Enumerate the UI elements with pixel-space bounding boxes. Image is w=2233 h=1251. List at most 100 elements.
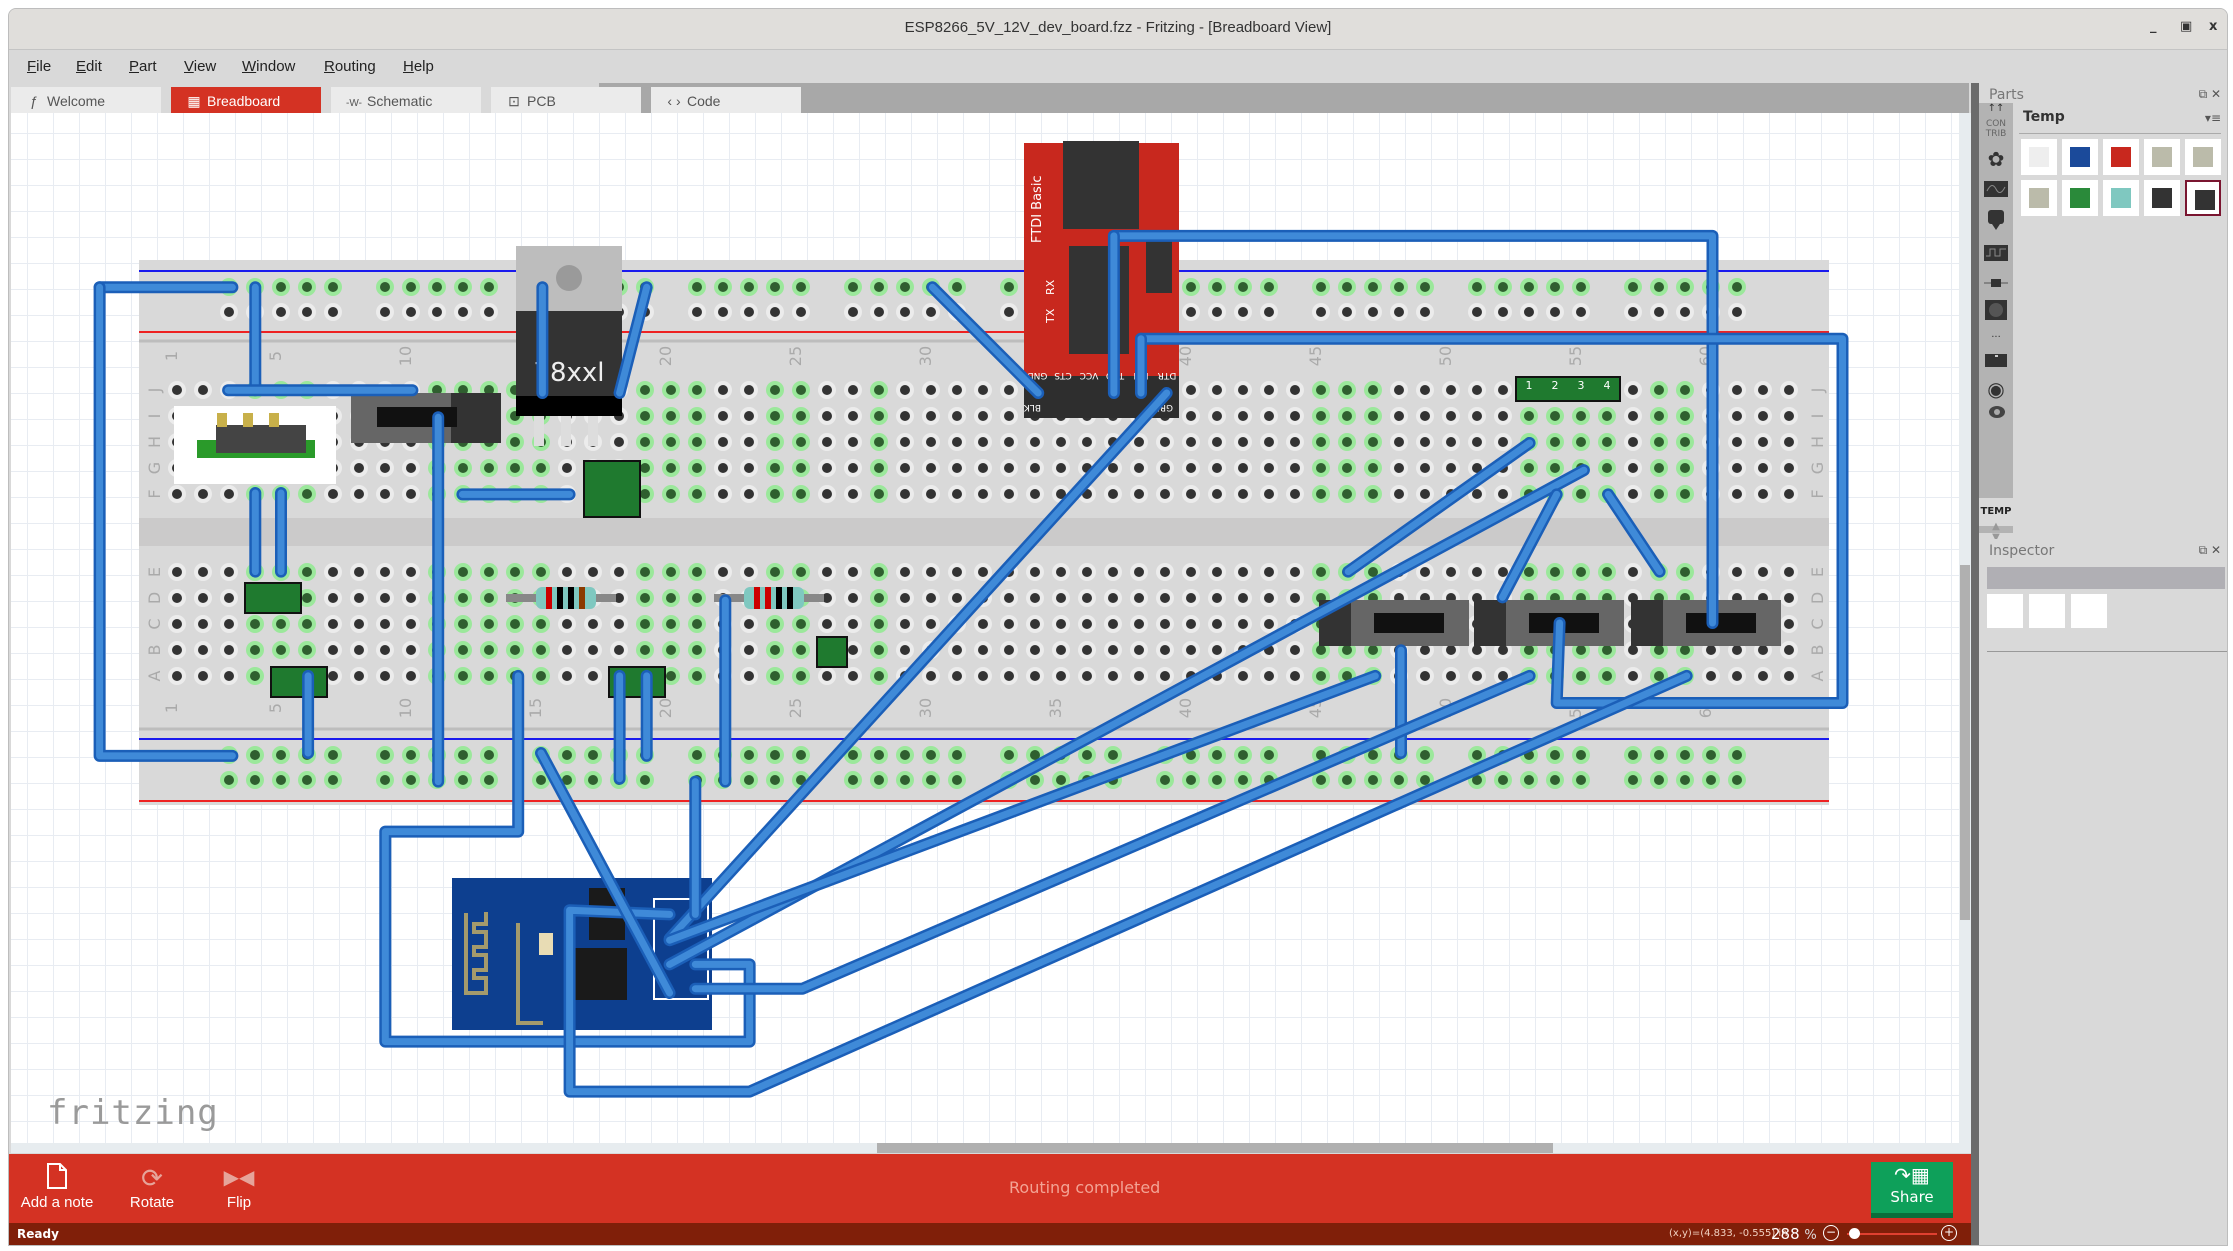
breadboard-hole (1186, 282, 1196, 292)
breadboard-hole (198, 489, 208, 499)
flip-button[interactable]: ▶◀ Flip (209, 1162, 269, 1211)
breadboard-hole (1784, 671, 1794, 681)
zoom-level: 288 % (1771, 1225, 1817, 1243)
breadboard-hole (1628, 645, 1638, 655)
tab-code[interactable]: ‹ › Code (651, 87, 801, 115)
breadboard-canvas[interactable]: JJIIHHGGFFEEDDCCBBAA11551010151520202525… (11, 113, 1959, 1153)
part-bin-item[interactable] (2185, 139, 2221, 175)
breadboard-hole (1550, 567, 1560, 577)
row-label: F (1808, 489, 1827, 498)
breadboard-hole (1680, 645, 1690, 655)
breadboard-hole (1498, 282, 1508, 292)
add-note-button[interactable]: Add a note (17, 1162, 97, 1211)
ic-square-icon[interactable] (1983, 243, 2009, 263)
breadboard-hole (302, 307, 312, 317)
tab-schematic[interactable]: -W- Schematic (331, 87, 481, 115)
ftdi-pin-label: VCC (1080, 370, 1099, 380)
zoom-slider-handle[interactable] (1849, 1228, 1860, 1239)
menu-routing[interactable]: Routing (324, 58, 376, 75)
breadboard-hole (1238, 282, 1248, 292)
breadboard-hole (1004, 619, 1014, 629)
gear-icon[interactable]: ✿ (1983, 147, 2009, 171)
part-bin-item[interactable] (2062, 180, 2098, 216)
breadboard-hole (1602, 411, 1612, 421)
breadboard-hole (406, 489, 416, 499)
part-bin-item[interactable] (2185, 180, 2221, 216)
breadboard-hole (1732, 671, 1742, 681)
breadboard-hole (1212, 645, 1222, 655)
diode-icon[interactable] (1983, 273, 2009, 293)
connector-icon[interactable] (1983, 209, 2009, 230)
add-note-label: Add a note (20, 1194, 94, 1211)
tab-pcb[interactable]: ⊡ PCB (491, 87, 641, 115)
breadboard-hole (692, 385, 702, 395)
panel-float-close-icons[interactable]: ⧉ ✕ (2199, 543, 2221, 558)
breadboard-scene[interactable]: JJIIHHGGFFEEDDCCBBAA11551010151520202525… (11, 113, 1959, 1153)
ic-icon[interactable] (1983, 351, 2009, 371)
breadboard-hole (1706, 775, 1716, 785)
menu-part[interactable]: Part (129, 58, 157, 75)
horizontal-scrollbar[interactable] (11, 1143, 1959, 1153)
bin-more[interactable]: ... (1983, 329, 2009, 349)
menu-edit[interactable]: Edit (76, 58, 102, 75)
regulator-lead (561, 416, 571, 446)
breadboard-hole (1420, 671, 1430, 681)
breadboard-hole (1264, 307, 1274, 317)
part-bin-item[interactable] (2062, 139, 2098, 175)
breadboard-hole (1160, 463, 1170, 473)
menu-help[interactable]: Help (403, 58, 434, 75)
breadboard-hole (874, 307, 884, 317)
vertical-scrollbar[interactable] (1959, 113, 1971, 1153)
horizontal-scroll-thumb[interactable] (877, 1143, 1553, 1153)
menu-file[interactable]: File (27, 58, 51, 75)
vertical-scroll-thumb[interactable] (1960, 565, 1970, 920)
ic-sine-icon[interactable] (1983, 179, 2009, 199)
close-button[interactable]: x (2209, 19, 2217, 34)
breadboard-hole (458, 645, 468, 655)
maximize-button[interactable]: ▣ (2180, 19, 2192, 34)
share-button[interactable]: ↷▦ Share (1871, 1162, 1953, 1218)
part-bin-item[interactable] (2103, 180, 2139, 216)
zoom-slider[interactable] (1847, 1233, 1937, 1235)
antenna-icon[interactable]: ◉ (1983, 377, 2009, 401)
panel-float-close-icons[interactable]: ⧉ ✕ (2199, 87, 2221, 102)
breadboard-hole (354, 593, 364, 603)
part-thumbnail (2152, 147, 2172, 167)
bin-scroll-arrows[interactable]: ▲ ▼ (1983, 521, 2009, 543)
menu-window[interactable]: Window (242, 58, 295, 75)
part-bin-item[interactable] (2144, 180, 2180, 216)
breadboard-hole (1758, 567, 1768, 577)
bin-menu-icon[interactable]: ▾≡ (2205, 111, 2221, 125)
menu-view[interactable]: View (184, 58, 216, 75)
pushbutton-icon[interactable] (1983, 299, 2009, 320)
breadboard-hole (1498, 437, 1508, 447)
resistor-band (568, 587, 574, 609)
breadboard-hole (1368, 282, 1378, 292)
part-bin-item[interactable] (2144, 139, 2180, 175)
part-bin-item[interactable] (2103, 139, 2139, 175)
zoom-out-button[interactable]: − (1823, 1225, 1839, 1241)
breadboard-hole (770, 671, 780, 681)
breadboard-hole (1030, 489, 1040, 499)
breadboard-hole (328, 282, 338, 292)
sensor-icon[interactable] (1983, 403, 2009, 423)
slide-switch-end (1474, 600, 1506, 646)
breadboard-hole (874, 282, 884, 292)
tab-welcome[interactable]: ƒ Welcome (11, 87, 161, 115)
breadboard-hole (1706, 671, 1716, 681)
breadboard-hole (1212, 593, 1222, 603)
bin-contrib[interactable]: CON TRIB (1983, 119, 2009, 139)
part-bin-item[interactable] (2021, 180, 2057, 216)
dock-splitter[interactable] (1971, 83, 1979, 1245)
rotate-button[interactable]: ⟳ Rotate (117, 1162, 187, 1211)
breadboard-hole (744, 619, 754, 629)
zoom-in-button[interactable]: + (1941, 1225, 1957, 1241)
breadboard-hole (1290, 671, 1300, 681)
breadboard-hole (536, 645, 546, 655)
part-bin-item[interactable] (2021, 139, 2057, 175)
breadboard-hole (666, 593, 676, 603)
breadboard-hole (900, 567, 910, 577)
minimize-button[interactable]: _ (2150, 19, 2157, 34)
breadboard-hole (1420, 463, 1430, 473)
breadboard-hole (1238, 750, 1248, 760)
